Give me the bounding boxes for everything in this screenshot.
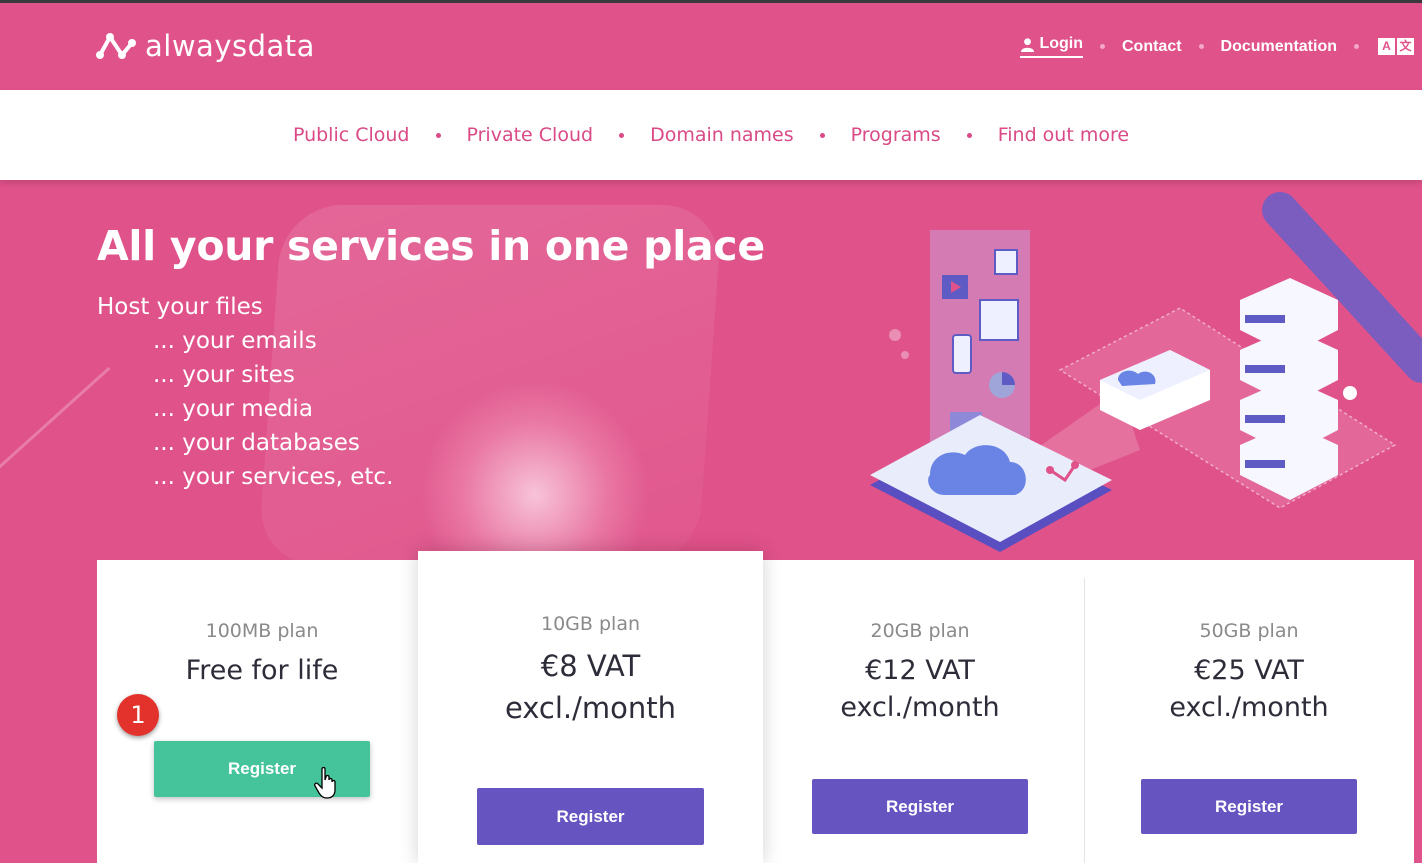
decorative-line [0, 366, 111, 477]
plan-price-line1: €25 VAT [1194, 655, 1304, 686]
register-button-50gb[interactable]: Register [1141, 779, 1357, 834]
login-link[interactable]: Login [1020, 35, 1083, 58]
plan-price: €8 VAT excl./month [418, 645, 763, 729]
plan-price-line1: €8 VAT [540, 649, 641, 683]
plan-card-50gb: 50GB plan €25 VAT excl./month [1084, 620, 1414, 726]
nav-programs[interactable]: Programs [851, 124, 941, 146]
hero-line: ... your databases [153, 430, 360, 456]
plan-name: 50GB plan [1199, 620, 1299, 642]
language-icon-a: A [1378, 38, 1395, 55]
step-number-badge: 1 [117, 694, 159, 736]
hero-line: Host your files [97, 294, 263, 320]
plan-name: 100MB plan [205, 620, 319, 642]
site-header: alwaysdata Login Contact Documentation A… [0, 3, 1422, 89]
cloud-servers-illustration [870, 192, 1422, 552]
plan-price-line1: €12 VAT [865, 655, 975, 686]
plan-price: €12 VAT excl./month [755, 652, 1085, 726]
plan-price-line2: excl./month [504, 691, 677, 725]
plan-price-line2: excl./month [840, 692, 1000, 723]
plan-card-20gb: 20GB plan €12 VAT excl./month [755, 620, 1085, 726]
hero-line: ... your services, etc. [153, 464, 394, 490]
plan-price: €25 VAT excl./month [1084, 652, 1414, 726]
nav-dot [819, 132, 825, 138]
nav-dot [435, 132, 441, 138]
plan-name: 10GB plan [541, 613, 640, 635]
hero-feature-list: Host your files ... your emails ... your… [97, 290, 393, 494]
plan-card-10gb: 10GB plan €8 VAT excl./month [418, 613, 763, 729]
nav-separator [1354, 44, 1359, 49]
plan-card-100mb: 100MB plan Free for life [97, 620, 427, 689]
language-switcher[interactable]: A 文 [1376, 38, 1414, 55]
language-icon-b: 文 [1397, 38, 1414, 55]
hero-line: ... your sites [153, 362, 295, 388]
nav-public-cloud[interactable]: Public Cloud [293, 124, 410, 146]
nav-dot [619, 132, 625, 138]
documentation-link[interactable]: Documentation [1221, 38, 1337, 56]
nav-separator [1198, 44, 1204, 49]
brand-name: alwaysdata [145, 29, 315, 63]
hand-cursor-icon [314, 766, 336, 799]
register-button-10gb[interactable]: Register [477, 788, 704, 845]
nav-find-out-more[interactable]: Find out more [998, 124, 1129, 146]
brand-logo[interactable]: alwaysdata [96, 29, 315, 63]
product-nav: Public Cloud Private Cloud Domain names … [0, 90, 1422, 180]
nav-private-cloud[interactable]: Private Cloud [467, 124, 594, 146]
hero-title: All your services in one place [97, 222, 765, 270]
plan-price-line2: excl./month [1169, 692, 1329, 723]
hero-line: ... your media [153, 396, 313, 422]
user-icon [1021, 37, 1035, 52]
nav-dot [966, 132, 972, 138]
hero-line: ... your emails [153, 328, 317, 354]
logo-icon [96, 33, 136, 59]
plan-price: Free for life [185, 655, 339, 686]
contact-link[interactable]: Contact [1122, 38, 1182, 56]
login-label: Login [1039, 35, 1083, 52]
register-button-20gb[interactable]: Register [812, 779, 1028, 834]
nav-separator [1099, 44, 1105, 49]
nav-domain-names[interactable]: Domain names [650, 124, 794, 146]
plan-name: 20GB plan [870, 620, 970, 642]
top-nav: Login Contact Documentation A 文 [1020, 35, 1422, 58]
